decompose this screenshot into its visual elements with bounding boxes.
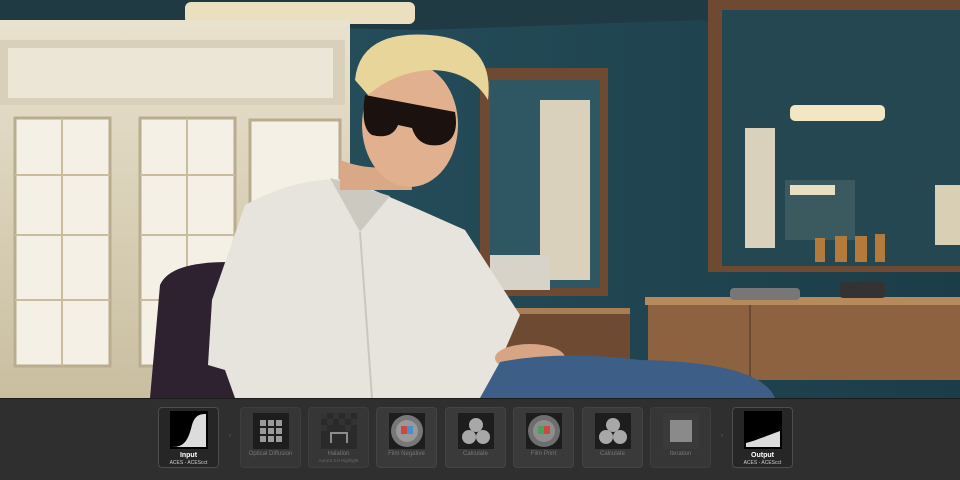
connector-arrow: ›	[721, 433, 723, 439]
node-halation[interactable]: Halation Aurora 3.0 Highlight	[308, 407, 369, 468]
image-viewer[interactable]	[0, 0, 960, 398]
node-optical-diffusion[interactable]: Optical Diffusion	[240, 407, 301, 468]
node-iteration[interactable]: Iteration	[650, 407, 711, 468]
s-curve-icon	[170, 411, 208, 449]
node-title: Output	[751, 452, 774, 459]
node-subtitle: ACES - ACEScct	[169, 460, 208, 466]
node-title: Film Negative	[388, 451, 425, 457]
node-input[interactable]: Input ACES - ACEScct	[158, 407, 219, 468]
output-curve-icon	[744, 411, 782, 449]
connector-arrow: ›	[229, 433, 231, 439]
node-title: Iteration	[669, 451, 692, 457]
video-frame-image	[0, 0, 960, 398]
node-title: Calculate	[599, 451, 625, 457]
node-pipeline: Input ACES - ACEScct › Optical Diffusion…	[0, 398, 960, 480]
node-film-negative[interactable]: Film Negative	[376, 407, 437, 468]
node-title: Film Print	[530, 451, 557, 457]
node-film-print[interactable]: Film Print	[513, 407, 574, 468]
three-circles-icon	[458, 413, 494, 449]
node-calculate[interactable]: Calculate	[582, 407, 643, 468]
node-title: Optical Diffusion	[248, 451, 293, 457]
film-disc-icon	[389, 413, 425, 449]
node-subtitle: ACES - ACEScct	[743, 460, 782, 466]
three-circles-icon	[595, 413, 631, 449]
halation-icon	[321, 413, 357, 449]
node-title: Input	[179, 452, 198, 459]
film-disc-icon	[526, 413, 562, 449]
grid-icon	[253, 413, 289, 449]
node-title: Halation	[327, 451, 350, 457]
node-calculate[interactable]: Calculate	[445, 407, 506, 468]
node-output[interactable]: Output ACES - ACEScct	[732, 407, 793, 468]
node-title: Calculate	[462, 451, 488, 457]
square-icon	[663, 413, 699, 449]
node-subtitle: Aurora 3.0 Highlight	[318, 458, 359, 463]
